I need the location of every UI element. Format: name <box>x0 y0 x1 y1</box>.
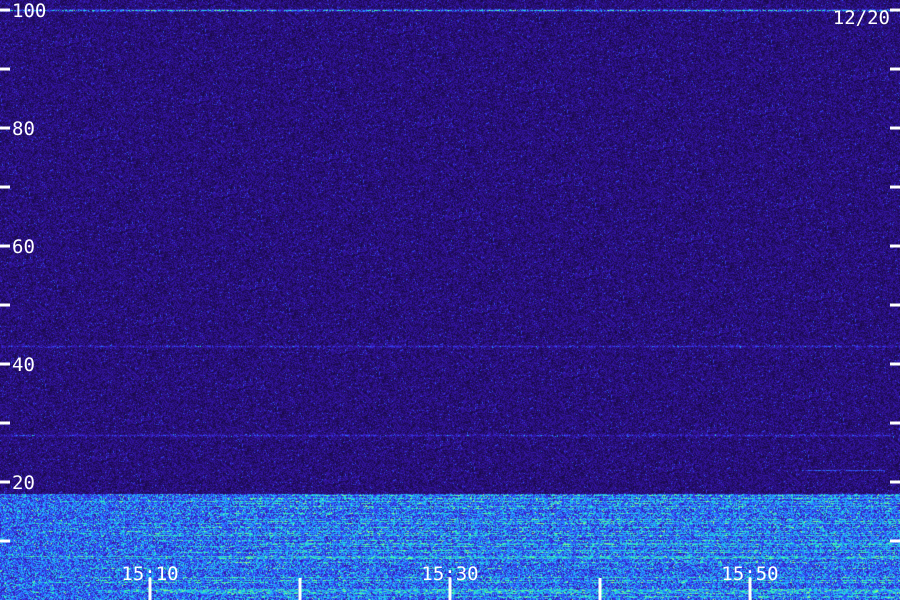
y-tick-left <box>0 185 10 189</box>
x-tick <box>298 578 302 600</box>
y-tick-left <box>0 539 10 543</box>
y-tick-label: 100 <box>12 0 46 22</box>
y-tick-right <box>890 303 900 307</box>
y-tick-label: 60 <box>12 236 35 258</box>
y-tick-right <box>890 8 900 12</box>
y-tick-right <box>890 539 900 543</box>
y-tick-right <box>890 67 900 71</box>
y-tick-label: 20 <box>12 472 35 494</box>
y-tick-right <box>890 244 900 248</box>
y-tick-left <box>0 67 10 71</box>
y-tick-right <box>890 362 900 366</box>
y-tick-left <box>0 362 10 366</box>
chart-axes: 100 80 60 40 20 15:10 15:30 15:50 12/20 <box>0 0 900 600</box>
y-tick-left <box>0 244 10 248</box>
y-tick-label: 40 <box>12 354 35 376</box>
y-tick-label: 80 <box>12 118 35 140</box>
y-tick-left <box>0 303 10 307</box>
x-tick-label: 15:10 <box>121 563 178 585</box>
y-tick-right <box>890 480 900 484</box>
y-tick-right <box>890 185 900 189</box>
y-tick-left <box>0 480 10 484</box>
y-tick-left <box>0 126 10 130</box>
y-tick-right <box>890 421 900 425</box>
spectrogram-chart: 100 80 60 40 20 15:10 15:30 15:50 12/20 <box>0 0 900 600</box>
y-tick-left <box>0 8 10 12</box>
date-label: 12/20 <box>833 7 890 29</box>
x-tick-label: 15:30 <box>421 563 478 585</box>
x-tick-label: 15:50 <box>721 563 778 585</box>
x-tick <box>598 578 602 600</box>
y-tick-left <box>0 421 10 425</box>
y-tick-right <box>890 126 900 130</box>
